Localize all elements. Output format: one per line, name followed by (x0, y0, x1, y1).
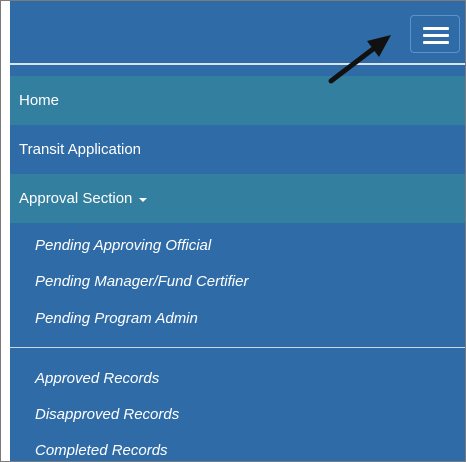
hamburger-menu-icon-bar (423, 41, 449, 44)
nav-menu: Home Transit Application Approval Sectio… (10, 65, 465, 461)
submenu-item-approved-records[interactable]: Approved Records (35, 366, 159, 390)
app-frame: Home Transit Application Approval Sectio… (0, 0, 466, 462)
menu-item-approval-section-label: Approval Section (19, 190, 133, 207)
submenu-item-label: Completed Records (35, 441, 168, 459)
submenu-item-pending-approving-official[interactable]: Pending Approving Official (35, 233, 211, 257)
hamburger-menu-icon-bar (423, 34, 449, 37)
submenu-item-pending-manager-fund-certifier[interactable]: Pending Manager/Fund Certifier (35, 269, 248, 293)
menu-item-approval-section[interactable]: Approval Section (10, 174, 465, 223)
top-navbar (10, 1, 465, 63)
menu-item-transit-application-label: Transit Application (19, 141, 142, 158)
menu-divider (10, 347, 465, 348)
menu-item-transit-application[interactable]: Transit Application (10, 125, 465, 174)
submenu-item-disapproved-records[interactable]: Disapproved Records (35, 402, 179, 426)
submenu-item-label: Pending Manager/Fund Certifier (35, 272, 249, 290)
menu-item-home-label: Home (19, 92, 60, 109)
menu-item-home[interactable]: Home (10, 76, 465, 125)
hamburger-menu-button[interactable] (410, 15, 460, 53)
submenu-item-pending-program-admin[interactable]: Pending Program Admin (35, 306, 198, 330)
submenu-item-completed-records[interactable]: Completed Records (35, 438, 168, 461)
submenu-item-label: Pending Program Admin (35, 309, 198, 327)
hamburger-menu-icon (423, 27, 449, 30)
caret-down-icon (139, 197, 148, 202)
submenu-item-label: Pending Approving Official (35, 236, 212, 254)
submenu-item-label: Disapproved Records (35, 405, 180, 423)
submenu-item-label: Approved Records (35, 369, 160, 387)
